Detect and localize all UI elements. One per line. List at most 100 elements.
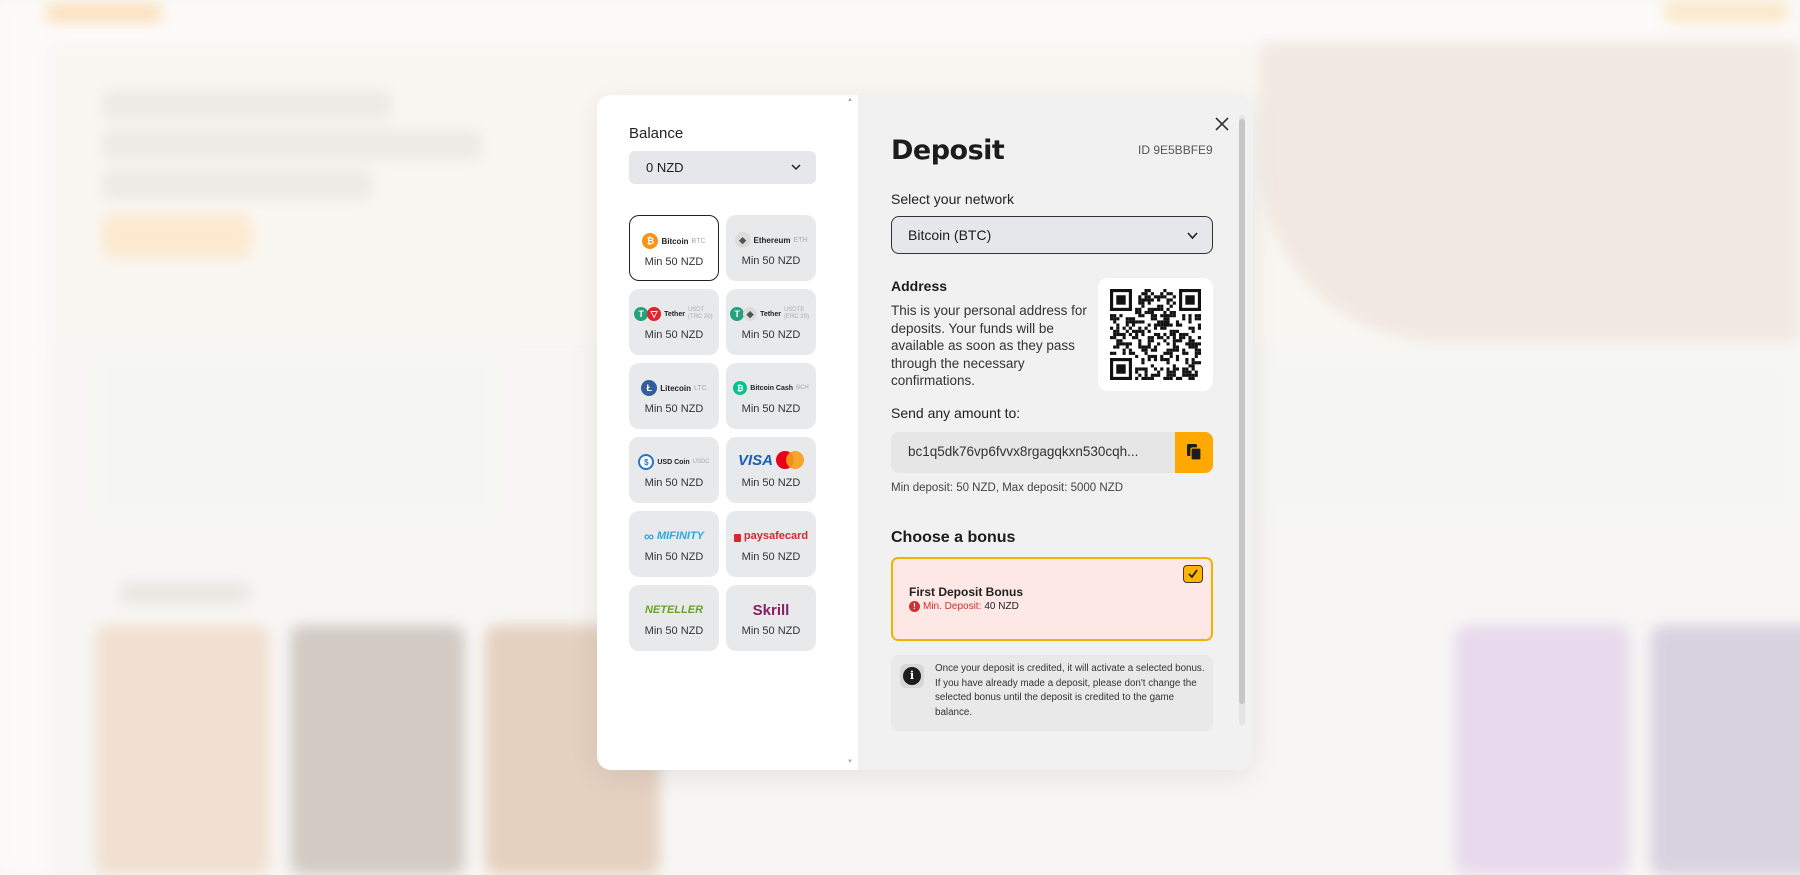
method-min: Min 50 NZD bbox=[644, 329, 704, 341]
copy-address-button[interactable] bbox=[1175, 432, 1213, 473]
neteller-logo: NETELLER bbox=[629, 601, 719, 619]
payment-method-usd-coin[interactable]: $ USD Coin USDC Min 50 NZD bbox=[629, 437, 719, 503]
bitcoin-logo: ₿ Bitcoin BTC bbox=[630, 232, 718, 250]
method-min: Min 50 NZD bbox=[741, 477, 801, 489]
mastercard-icon bbox=[776, 451, 804, 469]
bonus-min-value: 40 NZD bbox=[984, 601, 1019, 612]
method-ticker: USDC bbox=[692, 459, 710, 465]
deposit-modal: ▲ Balance 0 NZD ₿ Bitcoin BTC Min 50 NZD… bbox=[597, 95, 1253, 770]
method-name: NETELLER bbox=[644, 604, 704, 616]
transaction-id: ID 9E5BBFE9 bbox=[1138, 143, 1213, 157]
bonus-min-deposit: ! Min. Deposit: 40 NZD bbox=[909, 601, 1019, 612]
bitcoin-cash-icon: ₿ bbox=[733, 381, 748, 395]
method-name: Bitcoin bbox=[661, 236, 689, 246]
usd-coin-logo: $ USD Coin USDC bbox=[629, 453, 719, 471]
balance-value: 0 NZD bbox=[646, 160, 684, 175]
mifinity-icon: ∞ bbox=[643, 528, 654, 544]
method-ticker: USDT (TRC 20) bbox=[687, 307, 713, 320]
mifinity-logo: ∞ MIFINITY bbox=[629, 527, 719, 545]
qr-code bbox=[1098, 278, 1213, 391]
method-ticker: BTC bbox=[691, 237, 706, 245]
deposit-address-field[interactable]: bc1q5dk76vp6fvvx8rgagqkxn530cqh... bbox=[891, 432, 1176, 473]
method-name: Tether bbox=[664, 310, 685, 318]
method-name: Bitcoin Cash bbox=[750, 384, 794, 392]
deposit-limits: Min deposit: 50 NZD, Max deposit: 5000 N… bbox=[891, 482, 1124, 494]
checkmark-icon bbox=[1188, 569, 1198, 579]
bonus-heading: Choose a bonus bbox=[891, 529, 1016, 546]
payment-method-mifinity[interactable]: ∞ MIFINITY Min 50 NZD bbox=[629, 511, 719, 577]
lock-icon bbox=[733, 533, 741, 542]
method-name: Litecoin bbox=[660, 383, 691, 393]
ethereum-logo: ◆ Ethereum ETH bbox=[726, 231, 816, 249]
qr-code-icon bbox=[1110, 289, 1201, 380]
method-name: Skrill bbox=[752, 601, 790, 619]
payment-method-bitcoin[interactable]: ₿ Bitcoin BTC Min 50 NZD bbox=[629, 215, 719, 281]
method-name: Ethereum bbox=[753, 235, 791, 245]
bitcoin-cash-logo: ₿ Bitcoin Cash BCH bbox=[726, 379, 816, 397]
litecoin-logo: Ł Litecoin LTC bbox=[629, 379, 719, 397]
address-description: This is your personal address for deposi… bbox=[891, 303, 1087, 389]
address-heading: Address bbox=[891, 278, 948, 294]
method-name: paysafecard bbox=[743, 530, 809, 542]
bonus-info-box: i Once your deposit is credited, it will… bbox=[891, 655, 1213, 731]
usd-coin-icon: $ bbox=[638, 454, 655, 470]
payment-method-panel: ▲ Balance 0 NZD ₿ Bitcoin BTC Min 50 NZD… bbox=[597, 95, 858, 770]
network-select[interactable]: Bitcoin (BTC) bbox=[891, 216, 1213, 254]
payment-method-ethereum[interactable]: ◆ Ethereum ETH Min 50 NZD bbox=[726, 215, 816, 281]
balance-label: Balance bbox=[629, 125, 684, 142]
close-icon[interactable] bbox=[1213, 115, 1231, 133]
tether-icon: T bbox=[730, 307, 745, 321]
copy-icon bbox=[1187, 444, 1202, 461]
tether-trc20-logo: T ▽ Tether USDT (TRC 20) bbox=[629, 305, 719, 323]
payment-method-paysafecard[interactable]: paysafecard Min 50 NZD bbox=[726, 511, 816, 577]
bonus-name: First Deposit Bonus bbox=[909, 585, 1024, 599]
payment-method-skrill[interactable]: Skrill Min 50 NZD bbox=[726, 585, 816, 651]
tether-icon: T bbox=[634, 307, 649, 321]
method-min: Min 50 NZD bbox=[741, 329, 801, 341]
info-icon: i bbox=[900, 664, 924, 688]
method-min: Min 50 NZD bbox=[644, 551, 704, 563]
paysafecard-logo: paysafecard bbox=[726, 527, 816, 545]
method-min: Min 50 NZD bbox=[644, 403, 704, 415]
network-value: Bitcoin (BTC) bbox=[908, 227, 992, 243]
payment-method-neteller[interactable]: NETELLER Min 50 NZD bbox=[629, 585, 719, 651]
payment-method-tether-erc20[interactable]: T ◆ Tether USDTE (ERC 20) Min 50 NZD bbox=[726, 289, 816, 355]
bonus-info-text: Once your deposit is credited, it will a… bbox=[935, 663, 1205, 718]
method-name: USD Coin bbox=[657, 458, 690, 466]
method-min: Min 50 NZD bbox=[741, 403, 801, 415]
deposit-details-panel: Deposit ID 9E5BBFE9 Select your network … bbox=[858, 95, 1253, 770]
method-min: Min 50 NZD bbox=[741, 625, 801, 637]
send-amount-label: Send any amount to: bbox=[891, 405, 1021, 421]
payment-method-bitcoin-cash[interactable]: ₿ Bitcoin Cash BCH Min 50 NZD bbox=[726, 363, 816, 429]
ethereum-icon: ◆ bbox=[734, 232, 751, 248]
method-ticker: BCH bbox=[796, 385, 809, 391]
litecoin-icon: Ł bbox=[641, 380, 658, 396]
payment-method-visa-mastercard[interactable]: VISA Min 50 NZD bbox=[726, 437, 816, 503]
bonus-option-first-deposit[interactable]: First Deposit Bonus ! Min. Deposit: 40 N… bbox=[891, 557, 1213, 641]
page-title: Deposit bbox=[891, 135, 1005, 166]
method-min: Min 50 NZD bbox=[741, 255, 801, 267]
bitcoin-icon: ₿ bbox=[642, 233, 659, 249]
visa-mastercard-logo: VISA bbox=[726, 451, 816, 469]
balance-select[interactable]: 0 NZD bbox=[629, 151, 816, 184]
ethereum-icon: ◆ bbox=[743, 307, 758, 321]
chevron-down-icon bbox=[791, 164, 801, 171]
payment-method-litecoin[interactable]: Ł Litecoin LTC Min 50 NZD bbox=[629, 363, 719, 429]
bonus-checkbox[interactable] bbox=[1183, 565, 1203, 583]
scroll-down-arrow[interactable]: ▼ bbox=[847, 759, 853, 765]
tron-icon: ▽ bbox=[647, 307, 662, 321]
network-label: Select your network bbox=[891, 191, 1014, 207]
method-name: Tether bbox=[760, 310, 781, 318]
visa-logo: VISA bbox=[737, 451, 773, 469]
scrollbar-thumb[interactable] bbox=[1239, 119, 1245, 704]
bonus-min-label: Min. Deposit: bbox=[923, 601, 982, 612]
method-min: Min 50 NZD bbox=[741, 551, 801, 563]
chevron-down-icon bbox=[1187, 232, 1198, 240]
alert-icon: ! bbox=[909, 601, 920, 612]
method-min: Min 50 NZD bbox=[644, 477, 704, 489]
tether-erc20-logo: T ◆ Tether USDTE (ERC 20) bbox=[726, 305, 816, 323]
skrill-logo: Skrill bbox=[726, 601, 816, 619]
scroll-up-arrow[interactable]: ▲ bbox=[847, 97, 853, 103]
method-ticker: USDTE (ERC 20) bbox=[783, 307, 809, 320]
payment-method-tether-trc20[interactable]: T ▽ Tether USDT (TRC 20) Min 50 NZD bbox=[629, 289, 719, 355]
